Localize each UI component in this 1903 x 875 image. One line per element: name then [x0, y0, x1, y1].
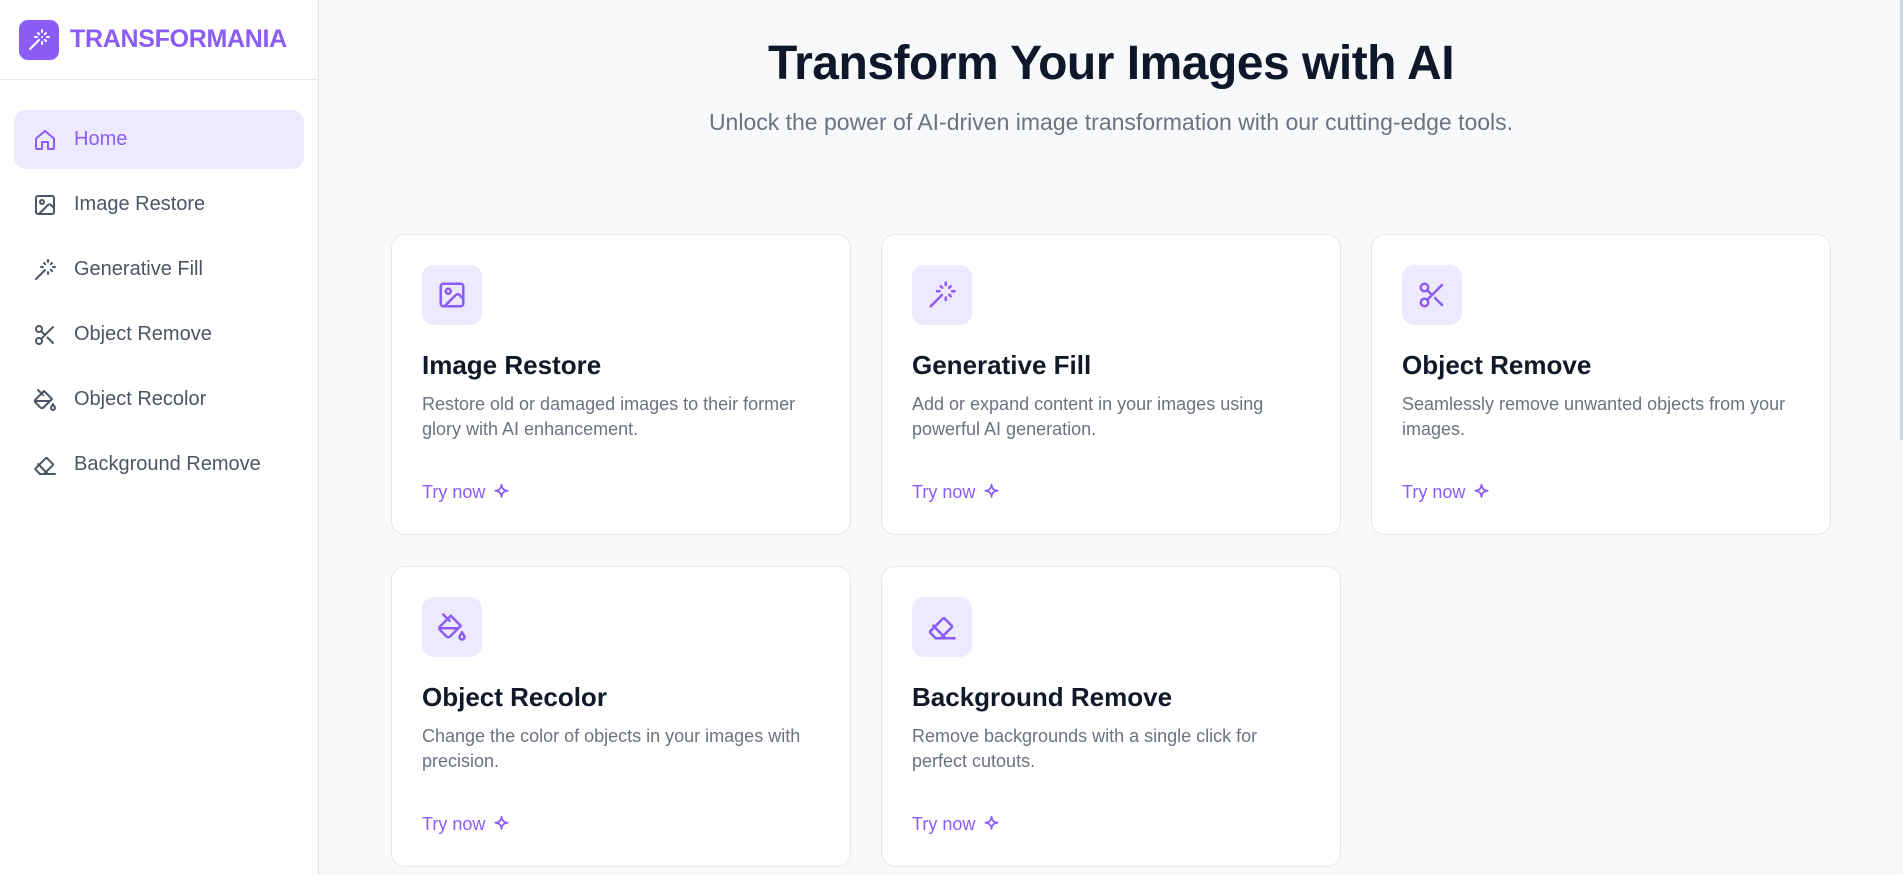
sidebar-item-object-remove[interactable]: Object Remove: [14, 305, 304, 364]
try-now-link[interactable]: Try now: [422, 482, 512, 503]
card-background-remove[interactable]: Background Remove Remove backgrounds wit…: [881, 566, 1341, 867]
try-now-label: Try now: [422, 814, 486, 834]
app-shell: TRANSFORMANIA Home Image Restore Generat…: [0, 0, 1903, 875]
hero: Transform Your Images with AI Unlock the…: [319, 0, 1903, 140]
main-content: Transform Your Images with AI Unlock the…: [319, 0, 1903, 875]
page-title: Transform Your Images with AI: [767, 37, 1455, 90]
eraser-icon: [34, 456, 56, 475]
try-now-link[interactable]: Try now: [912, 482, 1002, 503]
try-now-label: Try now: [912, 482, 976, 502]
magic-wand-icon: [35, 258, 56, 280]
sparkle-icon: [494, 483, 509, 498]
sparkle-icon: [1474, 483, 1489, 498]
image-icon: [35, 194, 55, 215]
card-description: Remove backgrounds with a single click f…: [912, 726, 1258, 771]
sidebar-item-label: Object Remove: [74, 323, 212, 345]
magic-wand-icon: [19, 19, 59, 60]
card-description: Add or expand content in your images usi…: [912, 394, 1264, 439]
try-now-label: Try now: [422, 482, 486, 502]
card-title: Image Restore: [422, 350, 602, 380]
sidebar: TRANSFORMANIA Home Image Restore Generat…: [0, 0, 319, 875]
scissors-icon: [35, 324, 54, 345]
sidebar-item-generative-fill[interactable]: Generative Fill: [14, 240, 304, 299]
try-now-label: Try now: [912, 814, 976, 834]
sparkle-icon: [984, 815, 999, 830]
card-description: Change the color of objects in your imag…: [422, 726, 801, 771]
scissors-icon: [1402, 265, 1462, 325]
card-description: Restore old or damaged images to their f…: [422, 394, 796, 439]
sidebar-item-label: Background Remove: [74, 453, 261, 475]
page-subtitle: Unlock the power of AI-driven image tran…: [708, 109, 1514, 135]
card-title: Background Remove: [912, 682, 1173, 712]
brand[interactable]: TRANSFORMANIA: [0, 0, 318, 80]
sidebar-nav: Home Image Restore Generative Fill Objec…: [0, 80, 318, 530]
card-generative-fill[interactable]: Generative Fill Add or expand content in…: [881, 234, 1341, 535]
try-now-link[interactable]: Try now: [422, 814, 512, 835]
sidebar-item-background-remove[interactable]: Background Remove: [14, 435, 304, 494]
try-now-label: Try now: [1402, 482, 1466, 502]
card-title: Object Remove: [1402, 350, 1592, 380]
sidebar-item-label: Object Recolor: [74, 388, 207, 410]
tool-card-grid: Image Restore Restore old or damaged ima…: [391, 234, 1831, 867]
home-icon: [35, 129, 55, 150]
brand-name: TRANSFORMANIA: [70, 25, 287, 53]
card-title: Object Recolor: [422, 682, 607, 712]
sidebar-item-label: Home: [74, 128, 128, 150]
card-object-remove[interactable]: Object Remove Seamlessly remove unwanted…: [1371, 234, 1831, 535]
sidebar-item-label: Image Restore: [74, 193, 206, 215]
sparkle-icon: [494, 815, 509, 830]
try-now-link[interactable]: Try now: [912, 814, 1002, 835]
paint-bucket-icon: [422, 597, 482, 657]
card-description: Seamlessly remove unwanted objects from …: [1402, 394, 1786, 439]
sidebar-item-object-recolor[interactable]: Object Recolor: [14, 370, 304, 429]
card-object-recolor[interactable]: Object Recolor Change the color of objec…: [391, 566, 851, 867]
sidebar-item-home[interactable]: Home: [14, 110, 304, 169]
card-title: Generative Fill: [912, 350, 1092, 380]
sidebar-item-label: Generative Fill: [74, 258, 203, 280]
card-image-restore[interactable]: Image Restore Restore old or damaged ima…: [391, 234, 851, 535]
paint-bucket-icon: [33, 388, 56, 411]
sparkle-icon: [984, 483, 999, 498]
magic-wand-icon: [912, 265, 972, 325]
try-now-link[interactable]: Try now: [1402, 482, 1492, 503]
sidebar-item-image-restore[interactable]: Image Restore: [14, 175, 304, 234]
image-icon: [422, 265, 482, 325]
eraser-icon: [912, 597, 972, 657]
